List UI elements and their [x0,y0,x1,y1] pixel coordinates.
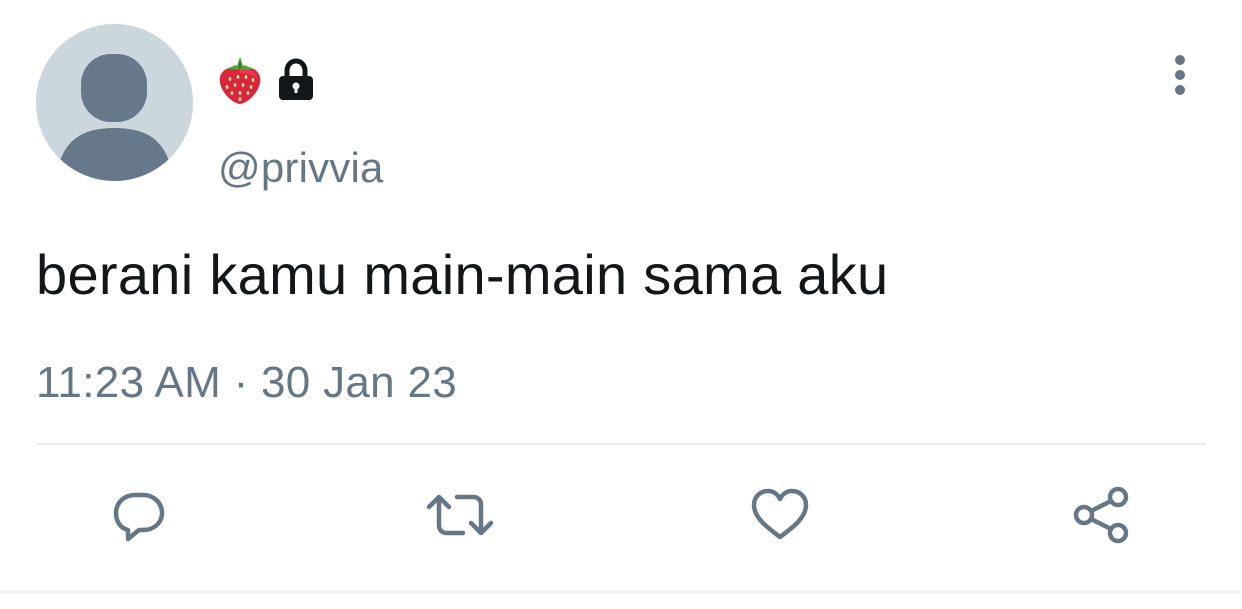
more-options-button[interactable] [1160,52,1200,98]
retweet-button[interactable] [425,480,495,550]
user-handle[interactable]: @privvia [218,143,384,193]
tweet-card: @privvia berani kamu main-main sama aku … [0,0,1242,609]
retweet-icon [426,494,494,536]
default-avatar-icon [36,24,193,181]
reply-button[interactable] [104,480,174,550]
share-icon [1073,486,1129,544]
more-vertical-icon [1175,55,1185,95]
like-button[interactable] [745,480,815,550]
tweet-timestamp[interactable]: 11:23 AM · 30 Jan 23 [36,357,457,409]
tweet-text: berani kamu main-main sama aku [36,243,889,306]
heart-icon [751,488,809,540]
display-name[interactable] [218,52,316,108]
avatar[interactable] [36,24,193,181]
reply-icon [113,492,165,542]
share-button[interactable] [1067,480,1137,550]
lock-icon [279,58,313,100]
strawberry-icon [219,57,261,104]
bottom-divider [0,591,1242,593]
action-bar [0,480,1242,560]
divider [36,443,1206,445]
